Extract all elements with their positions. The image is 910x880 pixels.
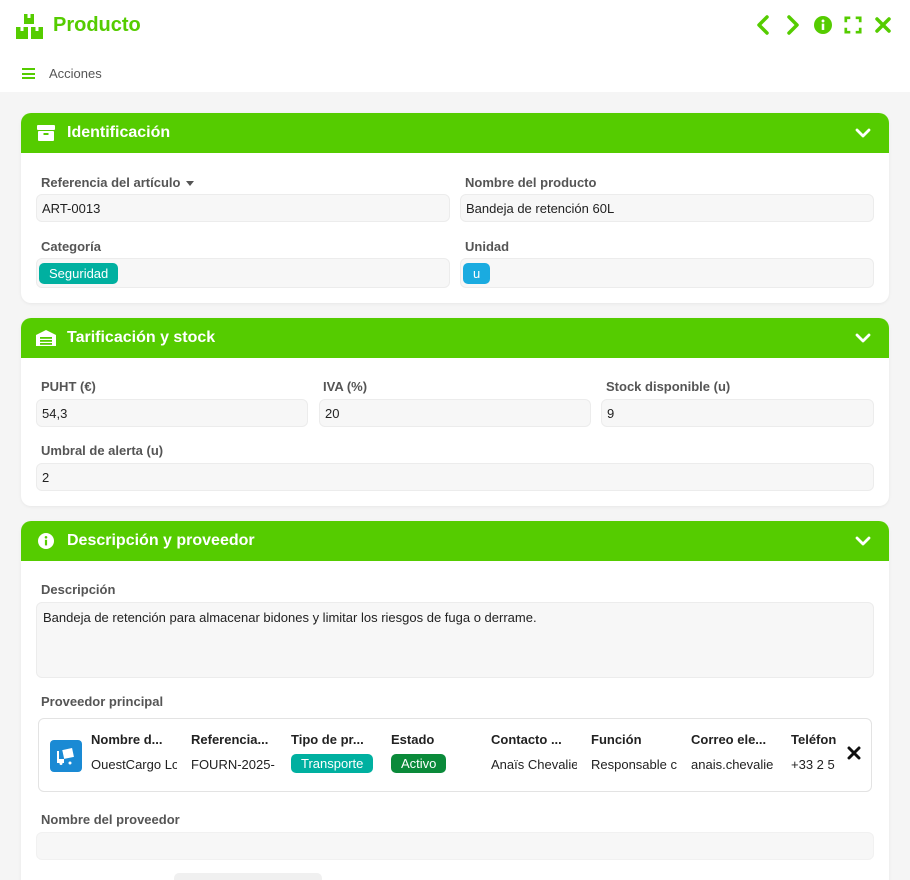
supplier-col-email: Correo ele... anais.chevalie <box>691 732 777 772</box>
section-descripcion: Descripción y proveedor Descripción Band… <box>21 521 889 880</box>
stock-value: 9 <box>607 405 615 421</box>
supplier-col-phone: Teléfon +33 2 5 <box>791 732 837 772</box>
supplier-col-value-wrap: Transporte <box>291 754 377 773</box>
iva-label: IVA (%) <box>323 379 368 394</box>
name-label: Nombre del producto <box>465 175 597 190</box>
hamburger-icon[interactable] <box>22 68 35 79</box>
partial-field <box>174 873 322 880</box>
ref-label[interactable]: Referencia del artículo <box>41 175 195 190</box>
supplier-col-header: Tipo de pr... <box>291 732 364 747</box>
supplier-col-header: Correo ele... <box>691 732 767 747</box>
supplier-col-value: anais.chevalie <box>691 757 774 772</box>
name-field[interactable]: Bandeja de retención 60L <box>460 194 874 222</box>
truck-icon <box>50 740 82 772</box>
supplier-col-type: Tipo de pr... Transporte <box>291 732 377 773</box>
section-tarificacion: Tarificación y stock PUHT (€) 54,3 IVA (… <box>21 318 889 506</box>
supplier-col-status: Estado Activo <box>391 732 477 773</box>
chevron-right-icon[interactable] <box>784 14 802 36</box>
actions-label[interactable]: Acciones <box>49 66 102 81</box>
type-tag: Transporte <box>291 754 374 773</box>
ref-label-text: Referencia del artículo <box>41 175 181 190</box>
close-icon[interactable] <box>874 14 892 36</box>
ref-field[interactable]: ART-0013 <box>36 194 450 222</box>
caret-down-icon[interactable] <box>186 181 195 187</box>
supplier-col-header: Estado <box>391 732 435 747</box>
chevron-down-icon[interactable] <box>855 330 871 346</box>
supplier-card[interactable]: Nombre d... OuestCargo Lo Referencia... … <box>38 718 872 792</box>
remove-supplier-icon[interactable] <box>847 746 861 760</box>
boxes-icon <box>16 14 44 39</box>
section-title: Identificación <box>67 124 171 141</box>
title-bar: Producto Acciones <box>0 0 910 92</box>
section-title: Tarificación y stock <box>67 329 216 346</box>
supplier-col-contact: Contacto ... Anaïs Chevalie <box>491 732 577 772</box>
puht-field[interactable]: 54,3 <box>36 399 308 427</box>
window-title: Producto <box>53 14 141 36</box>
supplier-col-header: Función <box>591 732 642 747</box>
category-tag[interactable]: Seguridad <box>39 262 119 284</box>
supplier-col-name: Nombre d... OuestCargo Lo <box>91 732 177 772</box>
unit-field[interactable]: u <box>460 258 874 288</box>
unit-tag[interactable]: u <box>463 262 491 284</box>
name-value: Bandeja de retención 60L <box>466 200 615 216</box>
info-icon[interactable] <box>814 14 832 36</box>
desc-textarea[interactable]: Bandeja de retención para almacenar bido… <box>36 602 874 678</box>
supplier-col-value-wrap: Activo <box>391 754 477 773</box>
status-badge: Activo <box>391 754 447 773</box>
iva-field[interactable]: 20 <box>319 399 591 427</box>
umbral-field[interactable]: 2 <box>36 463 874 491</box>
section-identificacion: Identificación Referencia del artículo A… <box>21 113 889 303</box>
supplier-col-reference: Referencia... FOURN-2025- <box>191 732 277 772</box>
puht-value: 54,3 <box>42 405 68 421</box>
supplier-col-value: FOURN-2025- <box>191 757 275 772</box>
info-circle-icon <box>35 532 57 550</box>
section-title: Descripción y proveedor <box>67 532 255 549</box>
supplier-col-function: Función Responsable c <box>591 732 677 772</box>
category-label: Categoría <box>41 239 101 254</box>
supplier-col-header: Contacto ... <box>491 732 562 747</box>
box-icon <box>35 124 57 142</box>
chevron-down-icon[interactable] <box>855 533 871 549</box>
stock-field[interactable]: 9 <box>601 399 874 427</box>
supplier-col-value: +33 2 5 <box>791 757 835 772</box>
iva-value: 20 <box>325 405 340 421</box>
supplier-col-value: Responsable c <box>591 757 677 772</box>
actions-menu[interactable]: Acciones <box>22 66 102 81</box>
supplier-col-value: Anaïs Chevalie <box>491 757 577 772</box>
supplier-col-header: Teléfon <box>791 732 837 747</box>
chevron-left-icon[interactable] <box>754 14 772 36</box>
section-header-descripcion[interactable]: Descripción y proveedor <box>21 521 889 561</box>
puht-label: PUHT (€) <box>41 379 96 394</box>
unit-label: Unidad <box>465 239 510 254</box>
desc-label: Descripción <box>41 582 116 597</box>
umbral-value: 2 <box>42 469 50 485</box>
supplier-col-header: Nombre d... <box>91 732 163 747</box>
fullscreen-icon[interactable] <box>844 14 862 36</box>
supplier-col-header: Referencia... <box>191 732 269 747</box>
section-header-tarificacion[interactable]: Tarificación y stock <box>21 318 889 358</box>
supplier-name-label: Nombre del proveedor <box>41 812 180 827</box>
chevron-down-icon[interactable] <box>855 125 871 141</box>
supplier-col-value: OuestCargo Lo <box>91 757 177 772</box>
umbral-label: Umbral de alerta (u) <box>41 443 164 458</box>
stock-label: Stock disponible (u) <box>606 379 731 394</box>
category-field[interactable]: Seguridad <box>36 258 450 288</box>
product-window: Producto Acciones Identificación Referen… <box>0 0 910 880</box>
warehouse-icon <box>35 329 57 347</box>
window-actions <box>754 14 892 36</box>
supplier-label: Proveedor principal <box>41 694 164 709</box>
ref-value: ART-0013 <box>42 200 101 216</box>
section-header-identificacion[interactable]: Identificación <box>21 113 889 153</box>
supplier-name-field[interactable] <box>36 832 874 860</box>
